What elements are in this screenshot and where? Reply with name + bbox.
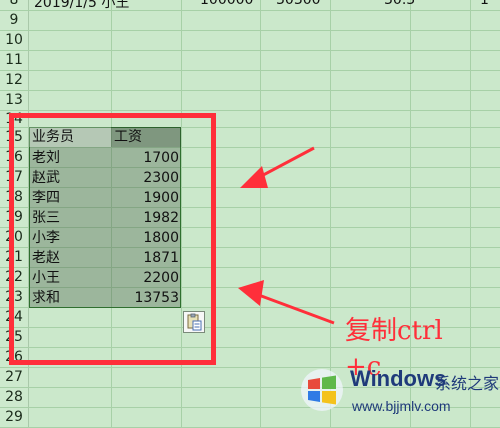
- row-number[interactable]: 13: [0, 92, 28, 108]
- spreadsheet-sheet[interactable]: 8 9 10 11 12 13 14 15 16 17 18 19 20 21 …: [0, 0, 500, 428]
- highlight-box: [9, 113, 216, 365]
- watermark-cn: 系统之家: [435, 374, 500, 393]
- cell-top-e[interactable]: 1: [480, 0, 489, 8]
- cell-top-a[interactable]: 2019/1/5 小王: [34, 0, 129, 12]
- watermark: Windows 系统之家 www.bjjmlv.com: [280, 360, 500, 428]
- cell-top-c[interactable]: 30300: [276, 0, 321, 8]
- row-number[interactable]: 9: [0, 12, 28, 28]
- row-number[interactable]: 8: [0, 0, 28, 8]
- row-number[interactable]: 10: [0, 32, 28, 48]
- windows-logo-icon: [301, 369, 343, 411]
- annotation-copy: 复制ctrl: [345, 316, 443, 346]
- cell-top-b[interactable]: 100000: [200, 0, 253, 8]
- arrow-upper-head: [240, 166, 268, 188]
- row-number[interactable]: 29: [0, 409, 28, 425]
- watermark-brand: Windows: [350, 366, 447, 391]
- watermark-url: www.bjjmlv.com: [352, 398, 451, 414]
- cell-top-d[interactable]: 30.3: [384, 0, 415, 8]
- row-number[interactable]: 27: [0, 369, 28, 385]
- arrow-lower-line: [255, 292, 335, 325]
- row-number[interactable]: 12: [0, 72, 28, 88]
- row-number[interactable]: 11: [0, 52, 28, 68]
- red-arrows: [238, 146, 335, 325]
- arrow-lower-head: [238, 280, 264, 306]
- row-number[interactable]: 28: [0, 389, 28, 405]
